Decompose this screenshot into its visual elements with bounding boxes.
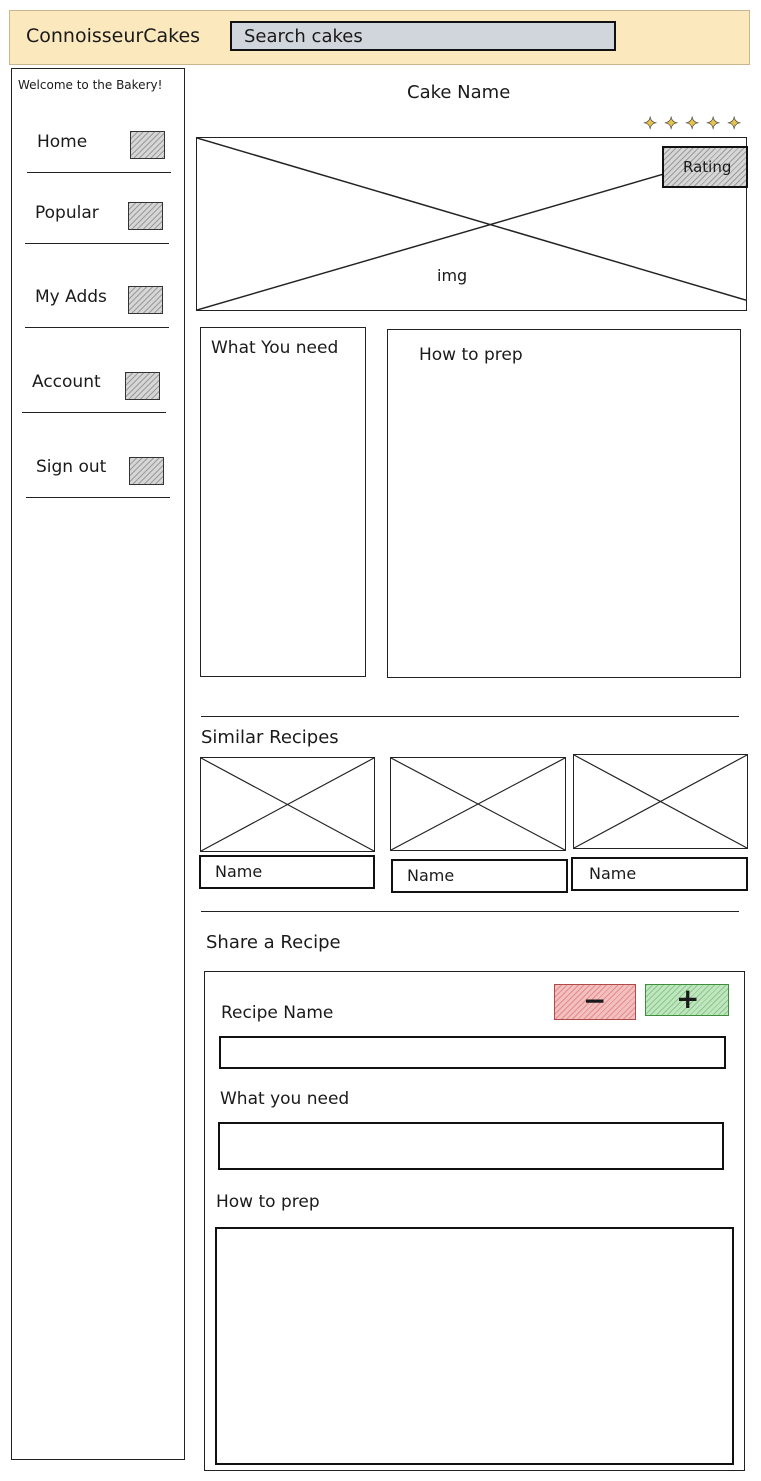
search-input[interactable]: Search cakes: [230, 21, 616, 51]
sidebar-welcome: Welcome to the Bakery!: [18, 78, 163, 92]
star-icon[interactable]: ✦: [643, 115, 658, 133]
ingredients-label: What you need: [220, 1089, 350, 1109]
sidebar-item-label: Popular: [35, 203, 99, 223]
image-placeholder-icon: [391, 758, 565, 850]
sidebar-divider: [25, 327, 169, 328]
star-icon[interactable]: ✦: [685, 115, 700, 133]
similar-card-name[interactable]: Name: [199, 855, 375, 889]
prep-panel: How to prep: [387, 329, 741, 678]
home-icon: [130, 131, 165, 159]
sidebar-item-label: Account: [32, 372, 101, 392]
sidebar-divider: [26, 497, 170, 498]
prep-heading: How to prep: [419, 345, 523, 365]
my-adds-icon: [128, 286, 163, 314]
card-name-label: Name: [407, 866, 455, 885]
image-placeholder-icon: [201, 758, 374, 851]
section-divider: [201, 911, 739, 912]
popular-icon: [128, 202, 163, 230]
sidebar-divider: [25, 243, 169, 244]
sign-out-icon: [129, 457, 164, 485]
sidebar-item-label: Sign out: [36, 457, 107, 477]
section-divider: [201, 716, 739, 717]
prep-label: How to prep: [216, 1192, 320, 1212]
add-button[interactable]: +: [645, 982, 729, 1016]
search-placeholder: Search cakes: [244, 26, 363, 47]
sidebar-item-label: Home: [37, 132, 88, 152]
image-label: img: [437, 266, 468, 285]
rating-badge[interactable]: Rating: [662, 146, 748, 188]
recipe-name-label: Recipe Name: [221, 1003, 334, 1023]
sidebar-item-popular[interactable]: Popular: [25, 188, 170, 243]
sidebar-divider: [22, 412, 166, 413]
similar-card-name[interactable]: Name: [391, 859, 568, 893]
sidebar-divider: [27, 172, 171, 173]
share-heading: Share a Recipe: [206, 932, 341, 953]
sidebar-item-sign-out[interactable]: Sign out: [26, 442, 171, 497]
ingredients-input[interactable]: [218, 1122, 724, 1170]
account-icon: [125, 372, 160, 400]
minus-icon: −: [583, 984, 607, 1017]
sidebar-item-my-adds[interactable]: My Adds: [25, 272, 170, 327]
sidebar-item-home[interactable]: Home: [27, 118, 172, 173]
star-icon[interactable]: ✦: [706, 115, 721, 133]
card-name-label: Name: [589, 864, 637, 883]
sidebar-item-label: My Adds: [35, 287, 107, 307]
star-icon[interactable]: ✦: [664, 115, 679, 133]
similar-card-name[interactable]: Name: [571, 857, 748, 891]
rating-label: Rating: [683, 158, 732, 176]
page-title: Cake Name: [407, 82, 511, 103]
similar-heading: Similar Recipes: [201, 727, 339, 748]
ingredients-heading: What You need: [211, 338, 339, 358]
card-name-label: Name: [215, 862, 263, 881]
plus-icon: +: [676, 982, 700, 1015]
similar-card-image[interactable]: [200, 757, 375, 852]
recipe-name-input[interactable]: [219, 1036, 726, 1069]
similar-card-image[interactable]: [390, 757, 566, 851]
star-icon[interactable]: ✦: [727, 115, 742, 133]
prep-textarea[interactable]: [215, 1227, 734, 1465]
sidebar-item-account[interactable]: Account: [22, 357, 167, 412]
image-placeholder-icon: [574, 755, 747, 848]
remove-button[interactable]: −: [554, 984, 636, 1020]
similar-card-image[interactable]: [573, 754, 748, 849]
brand-logo[interactable]: ConnoisseurCakes: [26, 25, 200, 47]
ingredients-panel: What You need: [200, 327, 366, 677]
